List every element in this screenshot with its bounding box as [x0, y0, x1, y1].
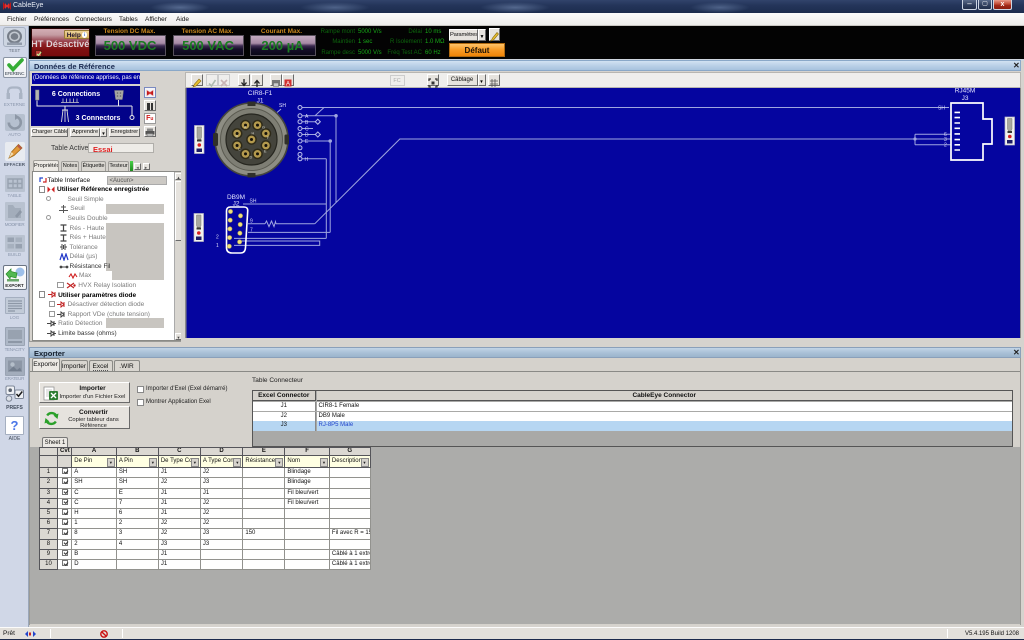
svg-text:RJ45M: RJ45M: [955, 88, 976, 95]
svg-text:D: D: [305, 133, 309, 139]
svg-text:A: A: [286, 82, 290, 88]
svg-text:2: 2: [216, 235, 219, 241]
svg-text:SH: SH: [250, 199, 257, 205]
svg-text:J3: J3: [962, 95, 969, 102]
svg-text:CIR8-F1: CIR8-F1: [248, 90, 273, 97]
svg-text:2: 2: [944, 143, 947, 149]
svg-text:SH: SH: [279, 103, 286, 109]
svg-text:3 Connectors: 3 Connectors: [76, 115, 121, 122]
svg-text:G: G: [262, 126, 265, 130]
svg-text:J1: J1: [257, 98, 264, 105]
svg-text:D: D: [250, 156, 253, 160]
svg-text:9: 9: [250, 219, 253, 225]
svg-text:SH: SH: [938, 106, 945, 112]
svg-text:1: 1: [216, 243, 219, 249]
svg-text:7: 7: [250, 227, 253, 233]
svg-text:6 Connections: 6 Connections: [52, 91, 100, 98]
svg-text:H: H: [252, 132, 255, 136]
svg-text:H: H: [305, 157, 309, 163]
svg-text:C: C: [238, 148, 241, 152]
